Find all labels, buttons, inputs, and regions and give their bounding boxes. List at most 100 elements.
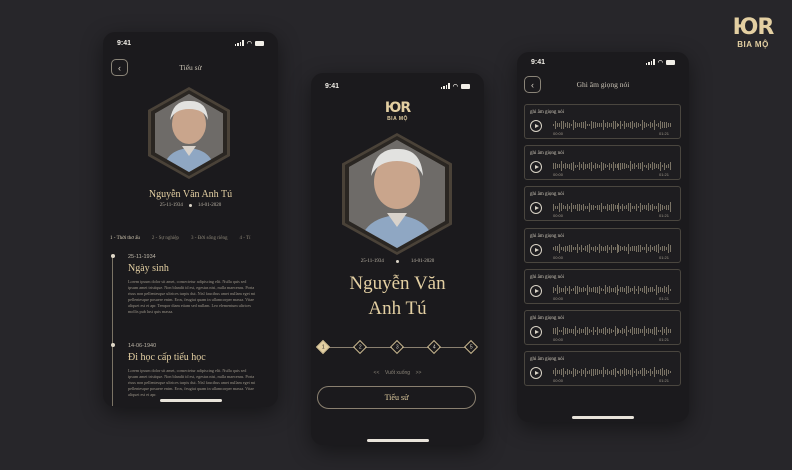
- person-name-line1: Nguyễn Văn: [349, 273, 446, 294]
- recording-title: ghi âm giọng nói: [530, 316, 565, 321]
- step-connector: [365, 346, 392, 348]
- recording-elapsed: 00:00: [553, 295, 564, 301]
- timeline-line: [112, 256, 113, 406]
- person-name: Nguyễn Văn Anh Tú: [148, 189, 233, 200]
- timeline-dot: [110, 343, 115, 347]
- portrait: [148, 87, 230, 179]
- status-icons: ◠: [645, 59, 675, 66]
- play-icon: [534, 371, 539, 376]
- tab-4[interactable]: 4 - Tí: [239, 236, 250, 241]
- home-indicator: [572, 416, 634, 419]
- recording-title: ghi âm giọng nói: [530, 110, 565, 115]
- recording-duration: 01:21: [658, 254, 669, 260]
- waveform[interactable]: [553, 367, 672, 378]
- recording-duration: 01:21: [658, 337, 669, 342]
- death-date: 14-01-2020: [197, 203, 222, 208]
- voice-recordings-screen: 9:41 ◠ ‹ Ghi âm giọng nói ghi âm giọng n…: [517, 52, 689, 422]
- timeline-dot: [110, 254, 115, 258]
- step-indicator: 1 2 3 4 5: [315, 339, 479, 355]
- waveform[interactable]: [553, 243, 672, 254]
- recording-elapsed: 00:00: [553, 337, 564, 342]
- recording-item[interactable]: ghi âm giọng nói 00:00 01:21: [524, 104, 681, 139]
- recording-item[interactable]: ghi âm giọng nói 00:00 01:21: [524, 186, 681, 222]
- recording-title: ghi âm giọng nói: [530, 192, 565, 198]
- recording-item[interactable]: ghi âm giọng nói 00:00 01:21: [524, 145, 681, 181]
- logo-mark: ЮR: [732, 15, 775, 40]
- death-date: 14-01-2020: [410, 259, 435, 264]
- play-button[interactable]: [530, 120, 542, 132]
- recording-elapsed: 00:00: [553, 131, 564, 136]
- waveform[interactable]: [553, 284, 672, 295]
- wifi-icon: ◠: [246, 40, 252, 47]
- recording-item[interactable]: ghi âm giọng nói 00:00 01:21: [524, 268, 681, 304]
- recording-duration: 01:21: [658, 213, 669, 219]
- recording-elapsed: 00:00: [553, 378, 564, 384]
- step-5[interactable]: 5: [463, 339, 479, 355]
- play-button[interactable]: [530, 367, 542, 380]
- status-time: 9:41: [117, 39, 132, 47]
- person-name-line2: Anh Tú: [368, 298, 427, 319]
- home-indicator: [366, 439, 429, 442]
- status-icons: ◠: [234, 40, 264, 47]
- battery-icon: [461, 83, 470, 89]
- event-body: Lorem ipsum dolor sit amet, consectetur …: [128, 368, 256, 397]
- play-icon: [534, 247, 539, 252]
- logo-text: BIA MỘ: [737, 40, 769, 49]
- play-icon: [534, 330, 539, 334]
- status-time: 9:41: [531, 58, 546, 66]
- wifi-icon: ◠: [452, 83, 458, 90]
- step-2[interactable]: 2: [352, 339, 368, 355]
- logo-mark: ЮR: [384, 100, 411, 116]
- step-4[interactable]: 4: [426, 339, 442, 355]
- event-body: Lorem ipsum dolor sit amet, consectetur …: [128, 279, 256, 314]
- recording-title: ghi âm giọng nói: [530, 357, 565, 363]
- recording-title: ghi âm giọng nói: [530, 274, 565, 280]
- step-1[interactable]: 1: [315, 339, 331, 355]
- play-button[interactable]: [530, 161, 542, 174]
- signal-icon: [234, 40, 244, 46]
- recording-item[interactable]: ghi âm giọng nói 00:00 01:21: [524, 227, 681, 263]
- waveform[interactable]: [553, 202, 672, 213]
- waveform[interactable]: [553, 161, 672, 172]
- status-bar: 9:41 ◠: [311, 75, 484, 97]
- recording-item[interactable]: ghi âm giọng nói 00:00 01:21: [524, 351, 681, 387]
- tab-career[interactable]: 2 - Sự nghiệp: [152, 236, 179, 241]
- logo-text: BIA MỘ: [387, 116, 408, 122]
- period-tabs: 1 - Thời thơ ấu 2 - Sự nghiệp 3 - Đời số…: [110, 236, 251, 241]
- recording-duration: 01:21: [658, 131, 669, 136]
- event-date: 14-06-1940: [128, 343, 157, 349]
- wifi-icon: ◠: [657, 59, 663, 66]
- tab-private-life[interactable]: 3 - Đời sống riêng: [191, 236, 228, 241]
- biography-screen: 9:41 ◠ ‹ Tiểu sử Nguyễn Văn Anh Tú 25-11…: [103, 32, 278, 407]
- chevrons-left-icon: <<: [373, 370, 380, 376]
- step-connector: [402, 346, 429, 348]
- play-button[interactable]: [530, 202, 542, 215]
- play-button[interactable]: [530, 284, 542, 297]
- chevrons-right-icon: >>: [415, 370, 422, 376]
- recording-elapsed: 00:00: [553, 172, 564, 178]
- page-title: Tiểu sử: [179, 63, 202, 72]
- waveform[interactable]: [553, 120, 672, 130]
- step-3[interactable]: 3: [389, 339, 405, 355]
- play-icon: [534, 165, 539, 170]
- date-separator: [188, 204, 192, 207]
- birth-date: 25-11-1934: [159, 203, 183, 208]
- tab-childhood[interactable]: 1 - Thời thơ ấu: [110, 236, 140, 241]
- swipe-hint: << Vuốt xuống >>: [311, 370, 484, 376]
- status-icons: ◠: [440, 83, 470, 90]
- recording-elapsed: 00:00: [553, 213, 564, 219]
- swipe-hint-label: Vuốt xuống: [384, 370, 411, 376]
- date-separator: [395, 260, 399, 263]
- portrait: [342, 133, 452, 255]
- profile-screen: 9:41 ◠ ЮR BIA MỘ 25-11-1934 14-01-2020 N…: [311, 73, 484, 445]
- signal-icon: [440, 83, 450, 89]
- recording-item[interactable]: ghi âm giọng nói 00:00 01:21: [524, 310, 681, 345]
- status-bar: 9:41 ◠: [517, 52, 689, 73]
- biography-button[interactable]: Tiểu sử: [317, 386, 476, 409]
- recording-duration: 01:21: [658, 172, 669, 178]
- play-icon: [534, 288, 539, 293]
- page-title: Ghi âm giọng nói: [576, 80, 630, 89]
- play-button[interactable]: [530, 243, 542, 256]
- play-button[interactable]: [530, 326, 542, 338]
- waveform[interactable]: [553, 326, 672, 336]
